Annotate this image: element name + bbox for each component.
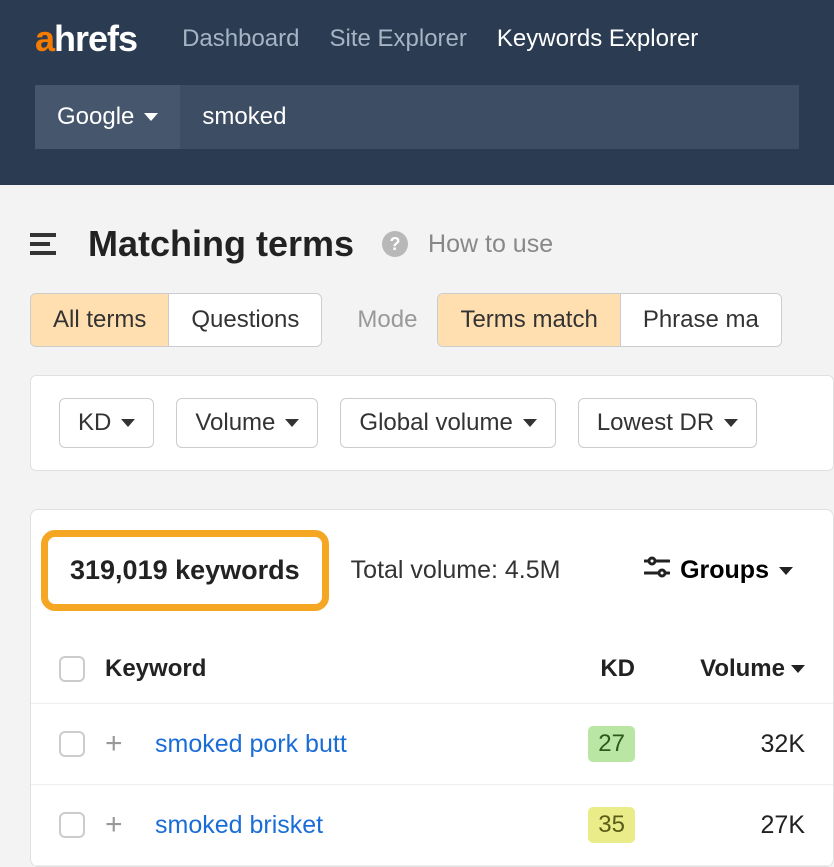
groups-label: Groups [680,556,769,585]
tab-terms-match[interactable]: Terms match [438,294,619,346]
tab-questions[interactable]: Questions [168,294,321,346]
keywords-count-badge: 319,019 keywords [41,530,329,611]
column-keyword[interactable]: Keyword [105,655,565,683]
search-engine-label: Google [57,103,134,131]
chevron-down-icon [523,419,537,427]
chevron-down-icon [779,567,793,575]
how-to-use-link[interactable]: How to use [428,230,553,259]
mode-label: Mode [357,306,417,334]
table-row: + smoked brisket 35 27K [31,785,833,866]
results-panel: 319,019 keywords Total volume: 4.5M Grou… [30,509,834,867]
keyword-link[interactable]: smoked brisket [155,811,323,839]
chevron-down-icon [121,419,135,427]
terms-tab-group: All terms Questions [30,293,322,347]
row-checkbox[interactable] [59,812,85,838]
filter-kd-label: KD [78,409,111,437]
filter-global-volume[interactable]: Global volume [340,398,555,448]
search-engine-select[interactable]: Google [35,85,180,149]
nav-keywords-explorer[interactable]: Keywords Explorer [497,25,698,53]
filter-lowest-dr[interactable]: Lowest DR [578,398,757,448]
keyword-link[interactable]: smoked pork butt [155,730,347,758]
logo[interactable]: ahrefs [35,18,137,60]
nav-site-explorer[interactable]: Site Explorer [329,25,466,53]
tab-all-terms[interactable]: All terms [31,294,168,346]
kd-badge: 35 [588,807,635,843]
page-title: Matching terms [88,223,354,265]
total-volume: Total volume: 4.5M [351,556,561,585]
chevron-down-icon [285,419,299,427]
volume-value: 27K [761,811,805,840]
tab-phrase-match[interactable]: Phrase ma [620,294,781,346]
logo-first: a [35,18,54,59]
expand-icon[interactable]: + [105,808,123,841]
keyword-search-input[interactable] [180,85,799,149]
filter-kd[interactable]: KD [59,398,154,448]
table-header: Keyword KD Volume [31,631,833,704]
keywords-table: Keyword KD Volume + smoked pork butt 27 … [31,631,833,866]
filter-volume[interactable]: Volume [176,398,318,448]
sort-desc-icon [791,665,805,673]
groups-control[interactable]: Groups [644,556,793,585]
column-volume[interactable]: Volume [655,655,805,683]
chevron-down-icon [724,419,738,427]
column-volume-label: Volume [700,655,785,683]
expand-icon[interactable]: + [105,727,123,760]
filter-volume-label: Volume [195,409,275,437]
kd-badge: 27 [588,726,635,762]
filter-global-volume-label: Global volume [359,409,512,437]
sliders-icon [644,556,670,585]
select-all-checkbox[interactable] [59,656,85,682]
logo-rest: hrefs [54,18,137,59]
filter-lowest-dr-label: Lowest DR [597,409,714,437]
help-icon[interactable]: ? [382,231,408,257]
column-kd[interactable]: KD [565,655,655,683]
top-nav: Dashboard Site Explorer Keywords Explore… [182,25,698,53]
nav-dashboard[interactable]: Dashboard [182,25,299,53]
volume-value: 32K [761,730,805,759]
mode-tab-group: Terms match Phrase ma [437,293,781,347]
row-checkbox[interactable] [59,731,85,757]
sidebar-toggle-icon[interactable] [30,233,56,255]
filter-panel: KD Volume Global volume Lowest DR [30,375,834,471]
table-row: + smoked pork butt 27 32K [31,704,833,785]
chevron-down-icon [144,113,158,121]
